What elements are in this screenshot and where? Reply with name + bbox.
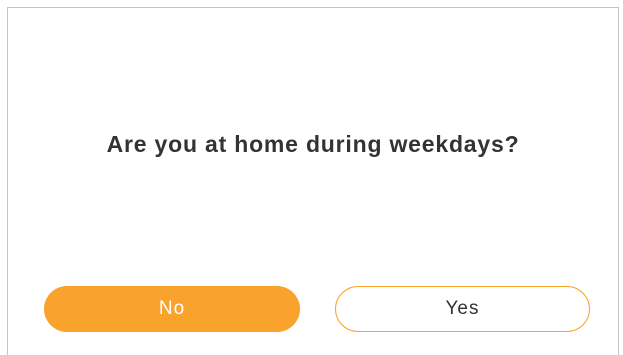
no-button[interactable]: No (44, 286, 300, 332)
question-text: Are you at home during weekdays? (106, 131, 520, 157)
yes-button[interactable]: Yes (335, 286, 590, 332)
question-dialog: Are you at home during weekdays? No Yes (7, 7, 619, 355)
